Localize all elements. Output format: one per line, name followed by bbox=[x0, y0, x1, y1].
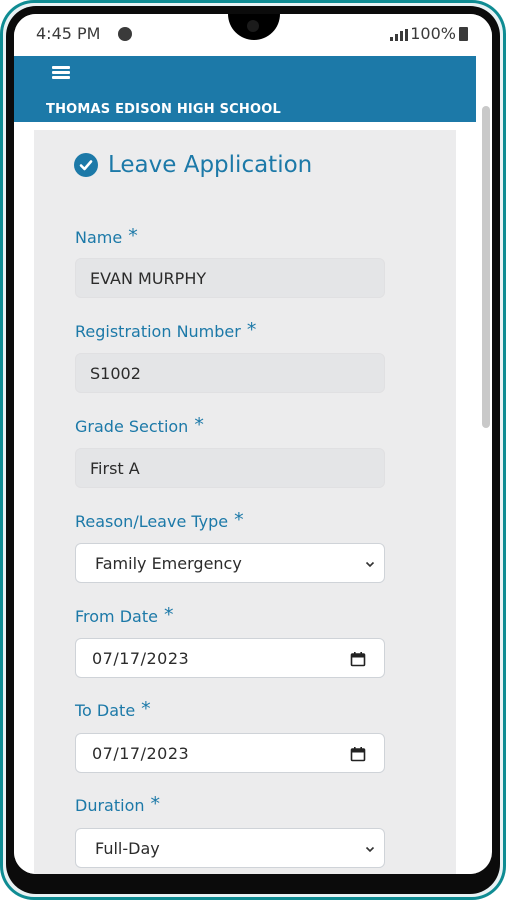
main-content: Leave Application Name * EVAN MURPHY Regi… bbox=[14, 122, 476, 874]
screen: 4:45 PM 100% THOMAS EDISON HIGH SCHOOL L… bbox=[14, 14, 492, 874]
calendar-icon[interactable] bbox=[350, 746, 366, 762]
required-marker: * bbox=[194, 414, 204, 436]
duration-label: Duration * bbox=[75, 793, 161, 815]
name-field[interactable]: EVAN MURPHY bbox=[75, 258, 385, 298]
required-marker: * bbox=[234, 509, 244, 531]
status-time: 4:45 PM bbox=[36, 24, 101, 43]
menu-icon[interactable] bbox=[52, 66, 70, 80]
registration-field[interactable]: S1002 bbox=[75, 353, 385, 393]
battery-percent: 100% bbox=[410, 24, 456, 43]
chevron-down-icon bbox=[365, 846, 375, 853]
form-title: Leave Application bbox=[108, 152, 313, 178]
name-label: Name * bbox=[75, 225, 138, 247]
grade-field[interactable]: First A bbox=[75, 448, 385, 488]
reason-select[interactable]: Family Emergency bbox=[75, 543, 385, 583]
grade-label: Grade Section * bbox=[75, 414, 204, 436]
duration-select[interactable]: Full-Day bbox=[75, 828, 385, 868]
status-bar: 4:45 PM 100% bbox=[14, 14, 492, 56]
message-icon bbox=[118, 27, 132, 41]
app-header: THOMAS EDISON HIGH SCHOOL bbox=[14, 56, 476, 122]
signal-icon bbox=[390, 29, 408, 41]
battery-icon bbox=[459, 27, 468, 41]
to-date-label: To Date * bbox=[75, 698, 151, 720]
phone-frame: 4:45 PM 100% THOMAS EDISON HIGH SCHOOL L… bbox=[0, 0, 506, 900]
form-title-row: Leave Application bbox=[74, 152, 312, 178]
scrollbar[interactable] bbox=[482, 106, 490, 428]
camera-icon bbox=[247, 20, 259, 32]
required-marker: * bbox=[246, 319, 257, 341]
required-marker: * bbox=[141, 698, 151, 720]
check-circle-icon bbox=[74, 153, 98, 177]
school-name: THOMAS EDISON HIGH SCHOOL bbox=[46, 102, 281, 117]
chevron-down-icon bbox=[365, 561, 375, 568]
calendar-icon[interactable] bbox=[350, 651, 366, 667]
leave-form-card: Leave Application Name * EVAN MURPHY Regi… bbox=[34, 130, 456, 874]
to-date-input[interactable]: 07/17/2023 bbox=[75, 733, 385, 773]
required-marker: * bbox=[150, 793, 161, 815]
registration-label: Registration Number * bbox=[75, 319, 257, 341]
reason-label: Reason/Leave Type * bbox=[75, 509, 244, 531]
required-marker: * bbox=[163, 604, 174, 626]
from-date-label: From Date * bbox=[75, 604, 174, 626]
required-marker: * bbox=[128, 225, 138, 247]
from-date-input[interactable]: 07/17/2023 bbox=[75, 638, 385, 678]
camera-notch bbox=[228, 14, 280, 40]
